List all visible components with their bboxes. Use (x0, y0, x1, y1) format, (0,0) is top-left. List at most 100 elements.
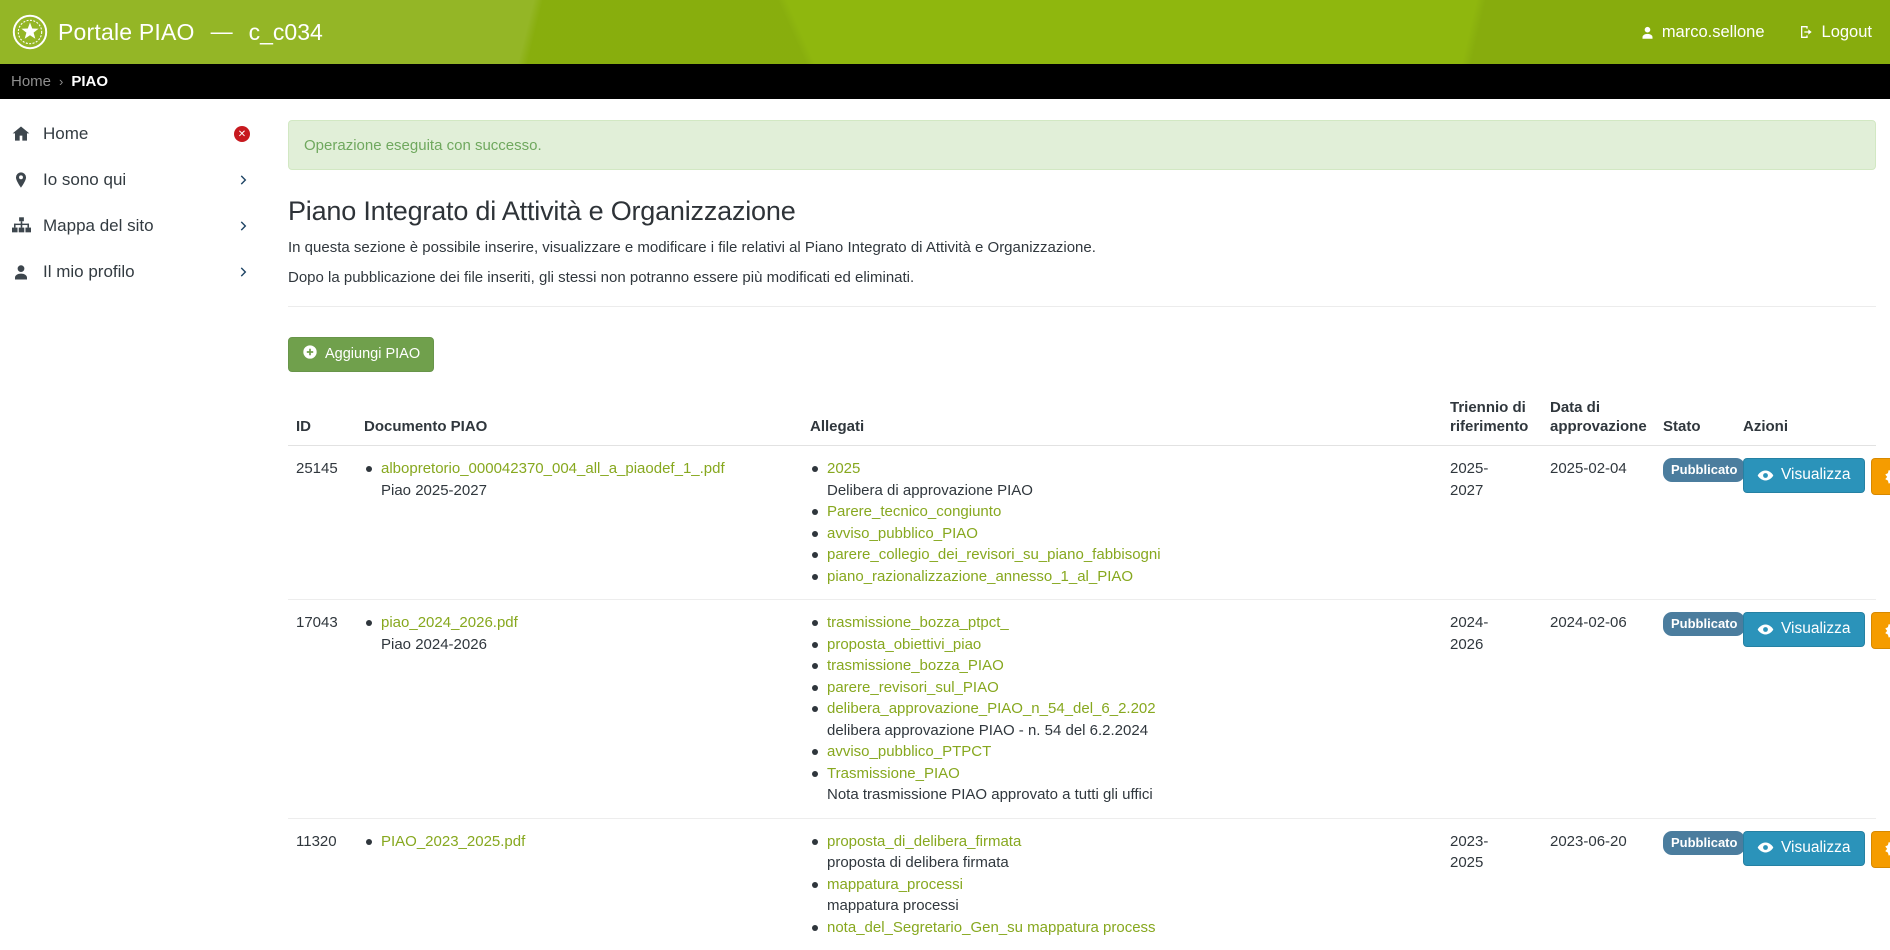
list-item: Trasmissione_PIAO Nota trasmissione PIAO … (810, 763, 1434, 806)
document-link[interactable]: albopretorio_000042370_004_all_a_piaodef… (381, 460, 725, 477)
page-description-1: In questa sezione è possibile inserire, … (288, 239, 1876, 256)
attachment-link[interactable]: mappatura_processi (827, 876, 963, 893)
chevron-right-icon (236, 219, 250, 233)
list-item: Parere_tecnico_congiunto (810, 501, 1434, 523)
list-item: avviso_pubblico_PIAO (810, 523, 1434, 545)
user-menu[interactable]: marco.sellone (1640, 23, 1765, 42)
settings-button[interactable] (1871, 612, 1890, 649)
error-close-badge[interactable]: ✕ (234, 126, 250, 142)
breadcrumb: Home › PIAO (0, 64, 1890, 99)
attachment-link[interactable]: delibera_approvazione_PIAO_n_54_del_6_2.… (827, 700, 1156, 717)
sidebar-item-label: Io sono qui (43, 170, 236, 190)
attachment-link[interactable]: nota_del_Segretario_Gen_su mappatura pro… (827, 919, 1156, 936)
sidebar-item-label: Home (43, 124, 234, 144)
list-item: proposta_di_delibera_firmataproposta di … (810, 831, 1434, 874)
visualizza-button[interactable]: Visualizza (1743, 831, 1865, 866)
sidebar-item-label: Mappa del sito (43, 216, 236, 236)
table-row: 17043piao_2024_2026.pdfPiao 2024-2026tra… (288, 600, 1876, 819)
attachment-link[interactable]: proposta_obiettivi_piao (827, 636, 981, 653)
cell-id: 17043 (288, 600, 356, 819)
attachment-link[interactable]: Parere_tecnico_congiunto (827, 503, 1001, 520)
cell-stato: Pubblicato (1655, 446, 1735, 600)
list-item: nota_del_Segretario_Gen_su mappatura pro… (810, 917, 1434, 939)
list-item: parere_collegio_dei_revisori_su_piano_fa… (810, 544, 1434, 566)
map-pin-icon (9, 171, 33, 189)
sidebar-item-home[interactable]: Home ✕ (0, 111, 262, 157)
sidebar: Home ✕ Io sono qui Mappa del sito (0, 99, 262, 295)
breadcrumb-separator: › (59, 74, 63, 89)
cell-azioni: Visualizza (1735, 600, 1876, 819)
list-item: trasmissione_bozza_ptpct_ (810, 612, 1434, 634)
cell-data-approvazione: 2025-02-04 (1542, 446, 1655, 600)
chevron-right-icon (236, 173, 250, 187)
attachment-list: proposta_di_delibera_firmataproposta di … (810, 831, 1434, 939)
cell-azioni: Visualizza (1735, 818, 1876, 950)
visualizza-button[interactable]: Visualizza (1743, 612, 1865, 647)
cell-documento: piao_2024_2026.pdfPiao 2024-2026 (356, 600, 802, 819)
breadcrumb-home[interactable]: Home (11, 73, 51, 90)
document-list: albopretorio_000042370_004_all_a_piaodef… (364, 458, 794, 501)
sidebar-item-label: Il mio profilo (43, 262, 236, 282)
page-description-2: Dopo la pubblicazione dei file inseriti,… (288, 269, 1876, 286)
cell-documento: PIAO_2023_2025.pdf (356, 818, 802, 950)
divider (288, 306, 1876, 307)
document-link[interactable]: piao_2024_2026.pdf (381, 614, 518, 631)
attachment-list: trasmissione_bozza_ptpct_ proposta_obiett… (810, 612, 1434, 806)
list-item: delibera_approvazione_PIAO_n_54_del_6_2.… (810, 698, 1434, 741)
attachment-caption: Delibera di approvazione PIAO (827, 480, 1434, 502)
italy-emblem-logo (12, 14, 48, 50)
attachment-link[interactable]: avviso_pubblico_PTPCT (827, 743, 991, 760)
sidebar-item-il-mio-profilo[interactable]: Il mio profilo (0, 249, 262, 295)
logout-label: Logout (1822, 23, 1872, 42)
piao-table: ID Documento PIAO Allegati Triennio di r… (288, 386, 1876, 950)
cell-documento: albopretorio_000042370_004_all_a_piaodef… (356, 446, 802, 600)
attachment-link[interactable]: trasmissione_bozza_ptpct_ (827, 614, 1009, 631)
visualizza-button[interactable]: Visualizza (1743, 458, 1865, 493)
cell-stato: Pubblicato (1655, 600, 1735, 819)
col-header-allegati: Allegati (802, 386, 1442, 446)
col-header-documento: Documento PIAO (356, 386, 802, 446)
attachment-link[interactable]: Trasmissione_PIAO (827, 765, 960, 782)
attachment-link[interactable]: proposta_di_delibera_firmata (827, 833, 1021, 850)
settings-button[interactable] (1871, 831, 1890, 868)
list-item: mappatura_processimappatura processi (810, 874, 1434, 917)
cell-azioni: Visualizza (1735, 446, 1876, 600)
cell-triennio: 2025-2027 (1442, 446, 1542, 600)
cell-stato: Pubblicato (1655, 818, 1735, 950)
add-piao-button[interactable]: Aggiungi PIAO (288, 337, 434, 372)
cell-data-approvazione: 2024-02-06 (1542, 600, 1655, 819)
table-row: 11320 PIAO_2023_2025.pdf proposta_di_delib… (288, 818, 1876, 950)
user-name: marco.sellone (1662, 23, 1765, 42)
col-header-data-approvazione: Data di approvazione (1542, 386, 1655, 446)
user-profile-icon (9, 263, 33, 281)
table-header: ID Documento PIAO Allegati Triennio di r… (288, 386, 1876, 446)
brand: Portale PIAO — c_c034 (12, 14, 323, 50)
attachment-link[interactable]: parere_collegio_dei_revisori_su_piano_fa… (827, 546, 1161, 563)
title-separator: — (211, 19, 233, 45)
sidebar-item-io-sono-qui[interactable]: Io sono qui (0, 157, 262, 203)
attachment-link[interactable]: piano_razionalizzazione_annesso_1_al_PIA… (827, 568, 1133, 585)
document-list: PIAO_2023_2025.pdf (364, 831, 794, 853)
actions-group: Visualizza (1743, 612, 1868, 649)
status-badge: Pubblicato (1663, 831, 1745, 855)
attachment-link[interactable]: 2025 (827, 460, 860, 477)
status-badge: Pubblicato (1663, 458, 1745, 482)
list-item: avviso_pubblico_PTPCT (810, 741, 1434, 763)
attachment-link[interactable]: trasmissione_bozza_PIAO (827, 657, 1004, 674)
cell-allegati: 2025 Delibera di approvazione PIAOParere_… (802, 446, 1442, 600)
attachment-link[interactable]: avviso_pubblico_PIAO (827, 525, 978, 542)
sitemap-icon (9, 217, 33, 235)
col-header-stato: Stato (1655, 386, 1735, 446)
sidebar-item-mappa-del-sito[interactable]: Mappa del sito (0, 203, 262, 249)
attachment-link[interactable]: parere_revisori_sul_PIAO (827, 679, 999, 696)
document-link[interactable]: PIAO_2023_2025.pdf (381, 833, 525, 850)
attachment-caption: Nota trasmissione PIAO approvato a tutti… (827, 784, 1434, 806)
page-title: Piano Integrato di Attività e Organizzaz… (288, 196, 1876, 227)
actions-group: Visualizza (1743, 831, 1868, 868)
visualizza-label: Visualizza (1781, 466, 1851, 484)
home-icon (9, 124, 33, 144)
cell-id: 11320 (288, 818, 356, 950)
success-alert: Operazione eseguita con successo. (288, 120, 1876, 170)
logout-button[interactable]: Logout (1799, 23, 1872, 42)
settings-button[interactable] (1871, 458, 1890, 495)
